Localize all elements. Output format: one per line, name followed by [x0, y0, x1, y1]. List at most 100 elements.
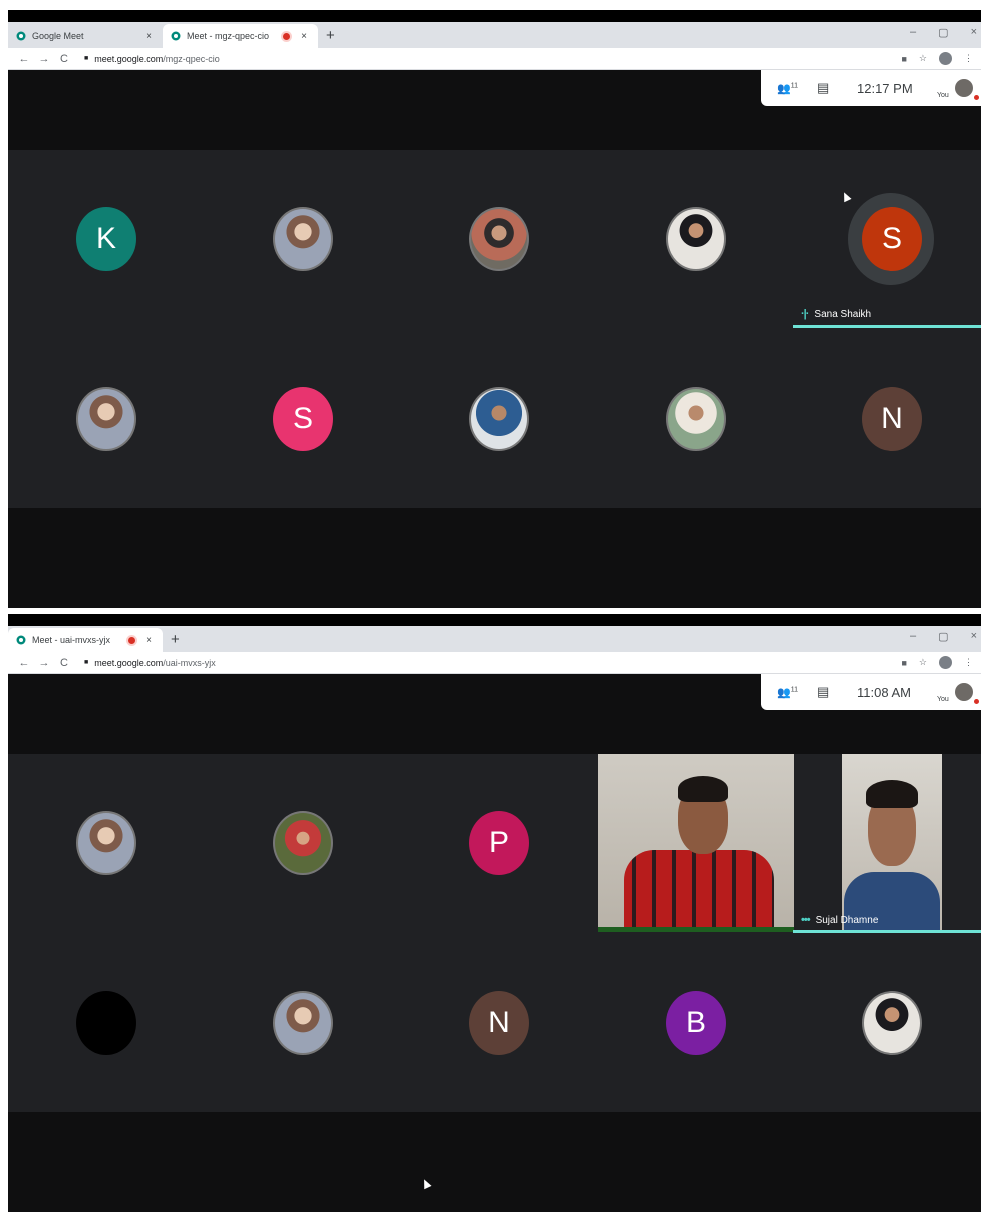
speaker-name-label: ·|· Sana Shaikh	[801, 308, 871, 320]
close-window-button[interactable]: ×	[971, 630, 977, 643]
meet-top-bar: 👥11 ▤ 12:17 PM You	[761, 70, 981, 106]
participant-initial: P	[488, 826, 509, 859]
lock-icon: ■	[84, 55, 89, 62]
people-count: 11	[790, 81, 798, 89]
url-host: meet.google.com	[94, 53, 164, 64]
meet-stage: P ••• Sujal Dhamne N B 👥11 ▤ 11:08 AM Yo…	[8, 674, 981, 1212]
clock-time: 11:08 AM	[857, 684, 911, 700]
recording-icon	[283, 32, 290, 40]
people-count: 11	[790, 685, 798, 693]
participant-avatar[interactable]	[273, 991, 333, 1055]
profile-icon[interactable]	[939, 656, 952, 669]
audio-level-icon: ·|·	[801, 308, 809, 320]
you-label: You	[937, 91, 949, 99]
camera-icon[interactable]: ■	[901, 54, 906, 64]
window-controls: – ▢ ×	[910, 26, 977, 39]
participant-avatar[interactable]	[273, 811, 333, 875]
notification-dot-icon	[973, 698, 979, 704]
url-path: /mgz-qpec-cio	[163, 53, 220, 64]
star-icon[interactable]: ☆	[919, 53, 927, 64]
back-icon[interactable]: ←	[14, 657, 34, 669]
people-icon[interactable]: 👥11	[777, 686, 817, 699]
participant-tile[interactable]: N	[862, 387, 922, 451]
chat-icon[interactable]: ▤	[817, 80, 847, 96]
participant-initial: S	[881, 222, 902, 255]
people-icon[interactable]: 👥11	[777, 82, 817, 95]
participant-tile[interactable]: P	[469, 811, 529, 875]
participant-initial: K	[95, 222, 116, 255]
participant-avatar[interactable]	[76, 991, 136, 1055]
participant-tile[interactable]: N	[469, 991, 529, 1055]
back-icon[interactable]: ←	[14, 53, 34, 65]
tab-google-meet[interactable]: Google Meet ×	[8, 24, 163, 48]
tab-title: Meet - mgz-qpec-cio	[187, 31, 270, 41]
window-controls: – ▢ ×	[910, 630, 977, 643]
participant-initial: N	[488, 1006, 510, 1039]
participant-tile[interactable]: S	[273, 387, 333, 451]
tab-meet-call[interactable]: Meet - uai-mvxs-yjx ×	[8, 628, 163, 652]
tab-close-icon[interactable]: ×	[143, 31, 155, 42]
tab-title: Google Meet	[32, 31, 84, 41]
url-path: /uai-mvxs-yjx	[163, 657, 216, 668]
notification-dot-icon	[973, 94, 979, 100]
minimize-button[interactable]: –	[910, 630, 916, 643]
participant-tile[interactable]: S	[862, 207, 922, 271]
participant-video[interactable]	[598, 754, 794, 932]
reload-icon[interactable]: C	[54, 657, 74, 669]
menu-icon[interactable]: ⋮	[964, 53, 973, 64]
participant-avatar[interactable]	[273, 207, 333, 271]
reload-icon[interactable]: C	[54, 53, 74, 65]
browser-toolbar: ← → C ■ meet.google.com/uai-mvxs-yjx ■ ☆…	[8, 652, 981, 674]
maximize-button[interactable]: ▢	[938, 26, 948, 39]
meet-top-bar: 👥11 ▤ 11:08 AM You	[761, 674, 981, 710]
tab-meet-call[interactable]: Meet - mgz-qpec-cio ×	[163, 24, 318, 48]
new-tab-button[interactable]: +	[318, 27, 343, 48]
participant-avatar[interactable]	[862, 991, 922, 1055]
browser-toolbar: ← → C ■ meet.google.com/mgz-qpec-cio ■ ☆…	[8, 48, 981, 70]
self-avatar[interactable]	[954, 79, 973, 97]
participant-avatar[interactable]	[666, 207, 726, 271]
you-label: You	[937, 695, 949, 703]
new-tab-button[interactable]: +	[163, 631, 188, 652]
close-window-button[interactable]: ×	[971, 26, 977, 39]
speaker-name-label: ••• Sujal Dhamne	[801, 914, 878, 926]
participant-initial: S	[292, 402, 313, 435]
participant-avatar[interactable]	[76, 387, 136, 451]
participant-tile[interactable]: B	[666, 991, 726, 1055]
mouse-cursor-icon	[840, 190, 852, 203]
menu-icon[interactable]: ⋮	[964, 657, 973, 668]
active-speaker-bar	[793, 325, 981, 328]
maximize-button[interactable]: ▢	[938, 630, 948, 643]
participant-avatar[interactable]	[469, 207, 529, 271]
participant-tile[interactable]: K	[76, 207, 136, 271]
url-host: meet.google.com	[94, 657, 164, 668]
mouse-cursor-icon	[420, 1177, 432, 1190]
participant-avatar[interactable]	[469, 387, 529, 451]
participant-initial: B	[685, 1006, 706, 1039]
speaker-name: Sana Shaikh	[814, 308, 872, 320]
participant-grid: K S ·|· Sana Shaikh S N	[8, 150, 981, 508]
browser-window-1: Google Meet × Meet - mgz-qpec-cio × + – …	[8, 10, 981, 608]
tab-title: Meet - uai-mvxs-yjx	[32, 635, 111, 645]
address-bar[interactable]: ■ meet.google.com/mgz-qpec-cio	[84, 54, 901, 64]
meet-favicon-icon	[171, 31, 181, 41]
self-avatar[interactable]	[954, 683, 973, 701]
speaker-name: Sujal Dhamne	[815, 914, 879, 926]
browser-window-2: Meet - uai-mvxs-yjx × + – ▢ × ← → C ■ me…	[8, 614, 981, 1212]
tab-close-icon[interactable]: ×	[298, 31, 310, 42]
participant-avatar[interactable]	[666, 387, 726, 451]
profile-icon[interactable]	[939, 52, 952, 65]
camera-icon[interactable]: ■	[901, 658, 906, 668]
star-icon[interactable]: ☆	[919, 657, 927, 668]
meet-stage: K S ·|· Sana Shaikh S N 👥11 ▤ 12:17 PM Yo…	[8, 70, 981, 608]
address-bar[interactable]: ■ meet.google.com/uai-mvxs-yjx	[84, 658, 901, 668]
forward-icon[interactable]: →	[34, 657, 54, 669]
tab-close-icon[interactable]: ×	[143, 635, 155, 646]
clock-time: 12:17 PM	[857, 80, 913, 96]
participant-avatar[interactable]	[76, 811, 136, 875]
chat-icon[interactable]: ▤	[817, 684, 847, 700]
tab-strip: Meet - uai-mvxs-yjx × + – ▢ ×	[8, 626, 981, 652]
minimize-button[interactable]: –	[910, 26, 916, 39]
participant-video[interactable]	[842, 754, 942, 932]
forward-icon[interactable]: →	[34, 53, 54, 65]
